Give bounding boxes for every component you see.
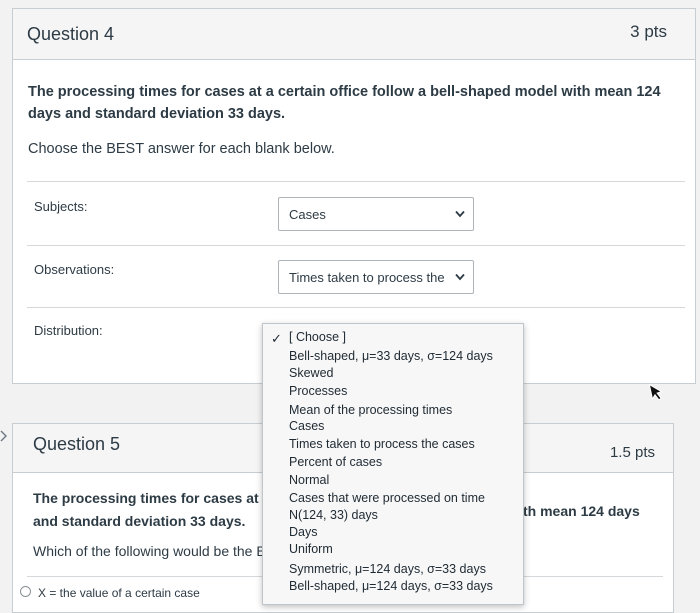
question-4-header: Question 4 3 pts: [13, 9, 695, 60]
dropdown-option[interactable]: Symmetric, μ=124 days, σ=33 days: [289, 562, 486, 576]
answer-radio[interactable]: [20, 586, 31, 597]
divider: [27, 307, 685, 308]
chevron-down-icon: [455, 210, 465, 218]
chevron-left-icon[interactable]: [0, 430, 8, 442]
subjects-select-value: Cases: [289, 207, 326, 222]
question-5-prompt-line-2: and standard deviation 33 days.: [33, 513, 246, 529]
question-4-prompt: The processing times for cases at a cert…: [28, 84, 661, 122]
dropdown-option[interactable]: Processes: [289, 384, 347, 398]
row-label-distribution: Distribution:: [34, 323, 103, 338]
dropdown-option[interactable]: Uniform: [289, 542, 333, 556]
row-label-subjects: Subjects:: [34, 199, 88, 214]
question-5-points: 1.5 pts: [609, 444, 655, 461]
dropdown-option[interactable]: Bell-shaped, μ=124 days, σ=33 days: [289, 579, 493, 593]
divider: [27, 181, 685, 182]
dropdown-option[interactable]: Skewed: [289, 366, 333, 380]
dropdown-option[interactable]: Times taken to process the cases: [289, 437, 475, 451]
subjects-select[interactable]: Cases: [278, 197, 474, 231]
dropdown-option[interactable]: N(124, 33) days: [289, 508, 378, 522]
question-4-points: 3 pts: [630, 22, 667, 41]
dropdown-option[interactable]: Cases that were processed on time: [289, 491, 485, 505]
dropdown-option[interactable]: Mean of the processing times: [289, 403, 452, 417]
question-4-title: Question 4: [27, 24, 115, 44]
dropdown-option[interactable]: Days: [289, 525, 317, 539]
distribution-dropdown-list[interactable]: ✓ [ Choose ] Bell-shaped, μ=33 days, σ=1…: [262, 323, 524, 605]
question-4-instruction: Choose the BEST answer for each blank be…: [28, 141, 335, 157]
question-5-title: Question 5: [33, 434, 121, 454]
observations-select[interactable]: Times taken to process the c: [278, 260, 474, 294]
divider: [27, 245, 685, 246]
dropdown-option[interactable]: Percent of cases: [289, 455, 382, 469]
dropdown-option[interactable]: [ Choose ]: [289, 330, 346, 344]
mouse-cursor-icon: [648, 383, 663, 401]
dropdown-option[interactable]: Cases: [289, 419, 324, 433]
dropdown-option[interactable]: Bell-shaped, μ=33 days, σ=124 days: [289, 349, 493, 363]
question-5-question: Which of the following would be the B: [33, 543, 265, 559]
question-5-prompt-right: th mean 124 days: [523, 503, 640, 519]
chevron-down-icon: [455, 273, 465, 281]
check-icon: ✓: [271, 331, 282, 346]
question-5-prompt-line-1: The processing times for cases at a ce: [33, 490, 273, 506]
row-label-observations: Observations:: [34, 262, 115, 277]
answer-option-text: X = the value of a certain case: [38, 586, 200, 600]
dropdown-option[interactable]: Normal: [289, 473, 329, 487]
observations-select-value: Times taken to process the c: [289, 270, 444, 285]
